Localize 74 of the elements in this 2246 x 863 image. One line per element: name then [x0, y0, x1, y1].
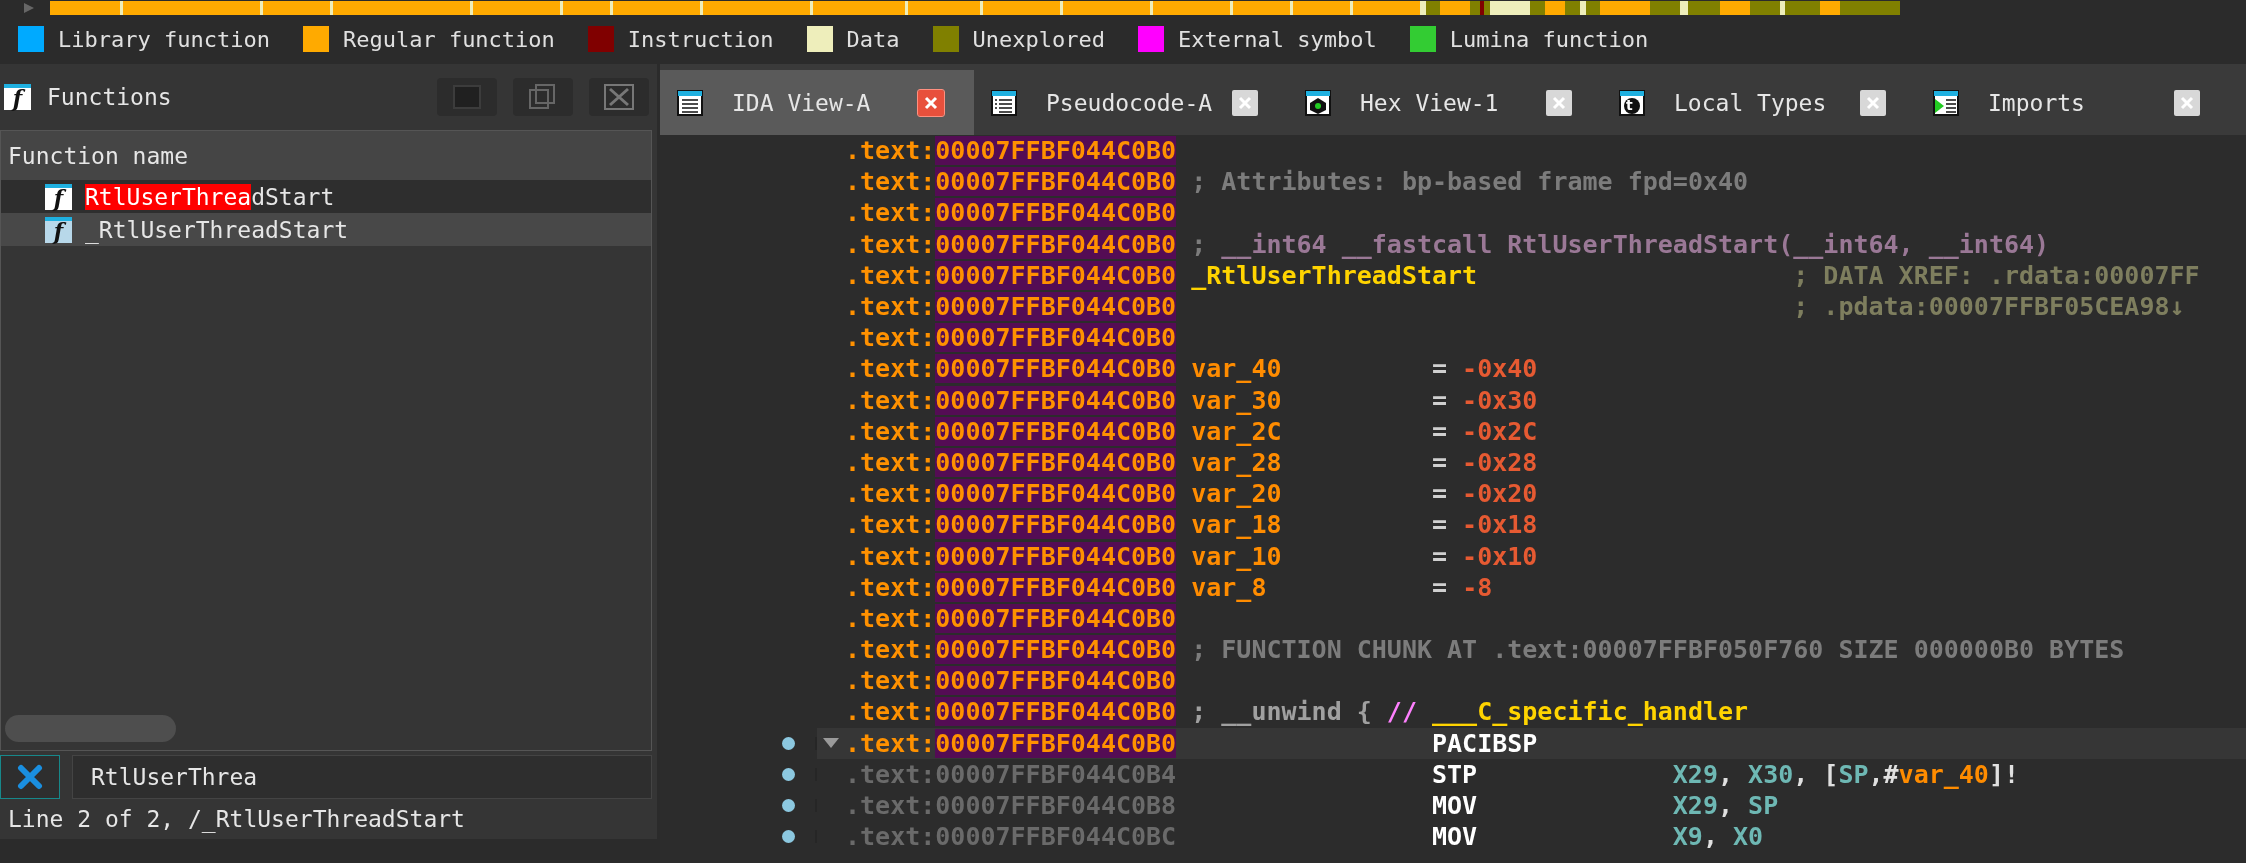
circle-window-icon: t	[1618, 88, 1646, 117]
legend-label: External symbol	[1178, 26, 1377, 52]
function-icon: f	[45, 216, 72, 243]
instruction-operands: X9, X0	[1672, 822, 1764, 852]
address-label: .text:00007FFBF044C0BC	[845, 822, 1177, 852]
collapse-arrow-icon[interactable]	[822, 737, 840, 750]
variable-value: = -8	[1432, 572, 1493, 602]
instruction-operands: X29, SP	[1672, 791, 1779, 821]
function-row[interactable]: f _RtlUserThreadStart	[1, 213, 651, 246]
close-icon	[1865, 94, 1881, 111]
unwind-comment: ; __unwind { // ___C_specific_handler	[1191, 697, 1749, 727]
scrollbar-thumb[interactable]	[5, 715, 176, 742]
column-header[interactable]: Function name	[1, 131, 651, 180]
clear-icon	[17, 764, 43, 790]
function-name: _RtlUserThreadStart	[85, 216, 349, 243]
status-text: Line 2 of 2, /_RtlUserThreadStart	[7, 805, 466, 835]
legend-label: Instruction	[627, 26, 774, 52]
address-label: .text:00007FFBF044C0B8	[845, 791, 1177, 821]
legend-label: Data	[846, 26, 900, 52]
function-icon: f	[4, 84, 31, 110]
instruction-mnemonic: PACIBSP	[1432, 728, 1538, 758]
legend-label: Lumina function	[1449, 26, 1649, 52]
variable-name: var_30	[1191, 385, 1282, 415]
variable-value: = -0x28	[1432, 447, 1538, 477]
list-window-icon	[676, 88, 704, 117]
panel-title: Functions	[47, 84, 173, 110]
signature-comment: ; __int64 __fastcall RtlUserThreadStart(__int64, __int64)	[1191, 229, 2050, 259]
close-icon	[1237, 94, 1253, 111]
tab-close-button[interactable]	[1546, 89, 1572, 116]
variable-value: = -0x2C	[1432, 416, 1538, 446]
instruction-mnemonic: MOV	[1432, 791, 1478, 821]
view-tab[interactable]: IDA View-A	[660, 70, 974, 135]
code-window-icon	[990, 88, 1018, 117]
clear-filter-button[interactable]	[0, 755, 60, 799]
legend-label: Library function	[58, 26, 270, 52]
function-row[interactable]: f RtlUserThreadStart	[1, 180, 651, 213]
comment-text: ; FUNCTION CHUNK AT .text:00007FFBF050F760 SIZE 000000B0 BYTES	[1191, 635, 2125, 665]
instruction-mnemonic: MOV	[1432, 822, 1478, 852]
float-button[interactable]	[513, 78, 573, 116]
variable-name: var_10	[1191, 541, 1282, 571]
address-label: .text:00007FFBF044C0B4	[845, 759, 1177, 789]
variable-value: = -0x30	[1432, 385, 1538, 415]
close-icon	[923, 94, 939, 111]
function-label: _RtlUserThreadStart	[1191, 260, 1478, 290]
xref-comment: ; DATA XREF: .rdata:00007FF	[1793, 260, 2200, 290]
hexagon-window-icon	[1304, 88, 1332, 117]
close-icon	[602, 82, 636, 112]
variable-name: var_40	[1191, 354, 1282, 384]
filter-field[interactable]: RtlUserThrea	[72, 755, 652, 799]
variable-name: var_20	[1191, 479, 1282, 509]
xref-comment: ; .pdata:00007FFBF05CEA98↓	[1793, 292, 2185, 322]
function-icon: f	[45, 183, 72, 210]
dock-icon	[450, 82, 484, 112]
variable-value: = -0x20	[1432, 479, 1538, 509]
arrow-list-icon	[1932, 88, 1960, 117]
instruction-mnemonic: STP	[1432, 759, 1478, 789]
variable-name: var_18	[1191, 510, 1282, 540]
variable-value: = -0x18	[1432, 510, 1538, 540]
instruction-operands: X29, X30, [SP,#var_40]!	[1672, 759, 2020, 789]
variable-name: var_8	[1191, 572, 1267, 602]
close-button[interactable]	[589, 78, 649, 116]
tab-close-button[interactable]	[1860, 89, 1886, 116]
variable-value: = -0x40	[1432, 354, 1538, 384]
close-icon	[1551, 94, 1567, 111]
legend-label: Unexplored	[972, 26, 1105, 52]
variable-value: = -0x10	[1432, 541, 1538, 571]
variable-name: var_28	[1191, 447, 1282, 477]
tab-close-button[interactable]	[1232, 89, 1258, 116]
close-icon	[2179, 94, 2195, 111]
tab-close-button[interactable]	[2174, 89, 2200, 116]
function-name: RtlUserThreadStart	[85, 183, 335, 210]
comment-text: ; Attributes: bp-based frame fpd=0x40	[1191, 167, 1749, 197]
legend-label: Regular function	[342, 26, 555, 52]
variable-name: var_2C	[1191, 416, 1282, 446]
